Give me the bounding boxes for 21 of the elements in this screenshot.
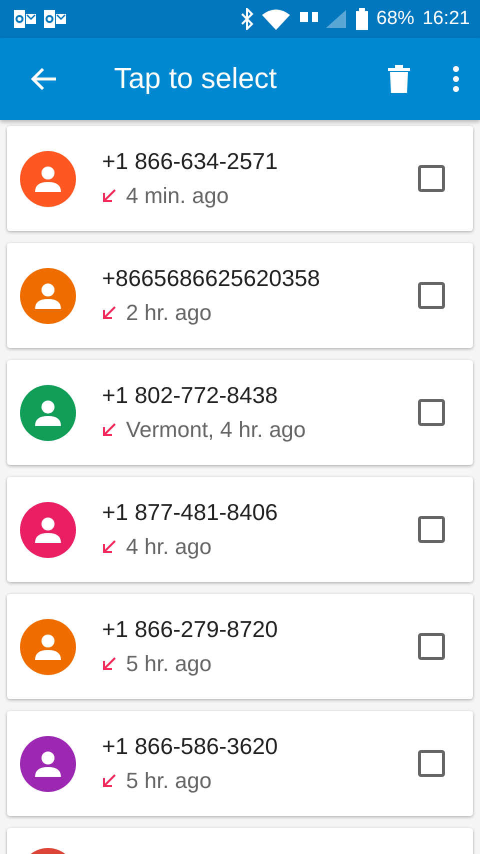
call-card[interactable]: +1 877-481-8406 4 hr. ago [7, 477, 473, 582]
phone-number: +1 866-634-2571 [102, 148, 279, 175]
phone-number: +1 866-279-8720 [102, 616, 279, 643]
phone-number: +8665686625620358 [102, 265, 322, 292]
battery-percent: 68% [376, 8, 414, 30]
toolbar-title: Tap to select [114, 62, 278, 96]
call-time: Vermont, 4 hr. ago [126, 417, 306, 443]
phone-number: +1 866-586-3620 [102, 733, 279, 760]
call-time: 5 hr. ago [126, 768, 212, 794]
phone-number: +1 802-772-8438 [102, 382, 279, 409]
call-card[interactable]: +1 802-772-8438 Vermont, 4 hr. ago [7, 360, 473, 465]
call-time: 5 hr. ago [126, 651, 212, 677]
call-time: 4 hr. ago [126, 534, 212, 560]
phone-number: +1 877-481-8406 [102, 499, 279, 526]
call-card[interactable]: +1 866-634-2571 4 min. ago [7, 126, 473, 231]
call-card[interactable]: +1 866-279-8720 5 hr. ago [7, 594, 473, 699]
call-time: 2 hr. ago [126, 300, 212, 326]
call-card[interactable]: +1 866-586-3620 5 hr. ago [7, 711, 473, 816]
call-time: 4 min. ago [126, 183, 229, 209]
clock-time: 16:21 [422, 8, 470, 30]
call-card[interactable]: +8665686625620358 2 hr. ago [7, 243, 473, 348]
